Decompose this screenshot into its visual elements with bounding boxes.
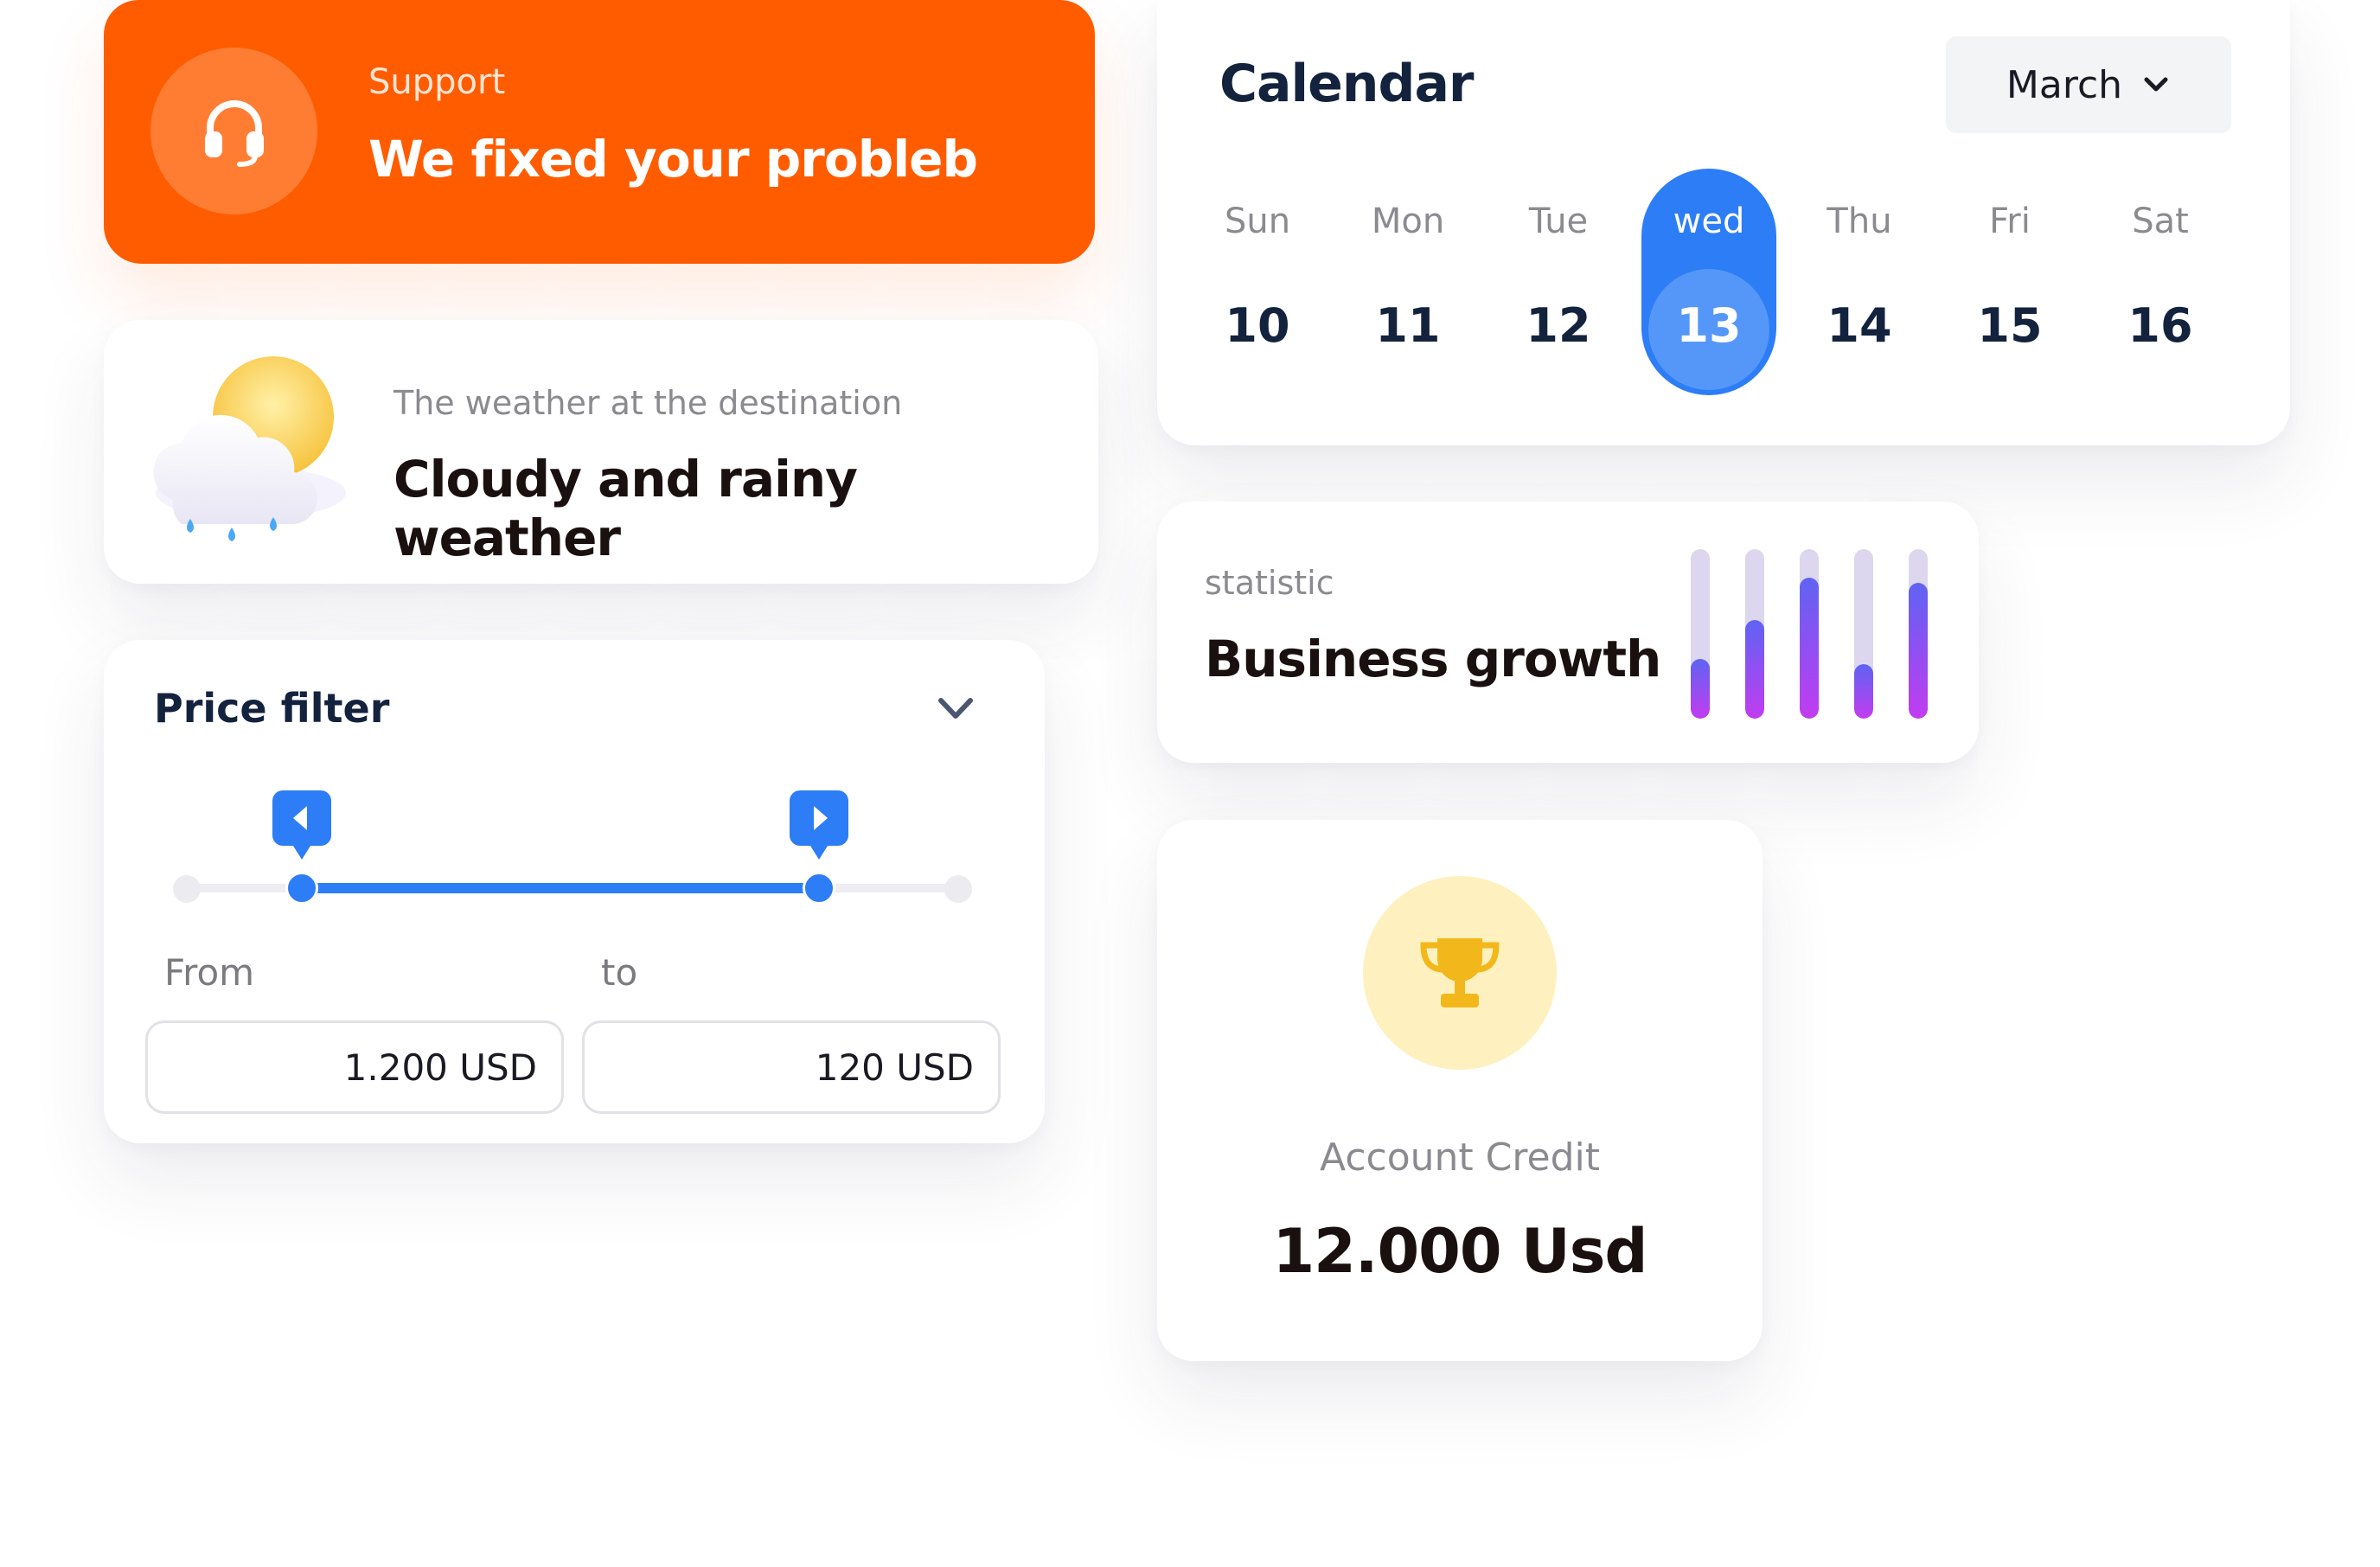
support-label: Support bbox=[368, 62, 506, 102]
growth-bar-fill bbox=[1909, 583, 1928, 719]
growth-bar-fill bbox=[1691, 659, 1710, 719]
account-credit-card: Account Credit 12.000 Usd bbox=[1157, 820, 1763, 1361]
month-select[interactable]: March bbox=[1946, 36, 2231, 133]
range-min-handle[interactable] bbox=[285, 872, 318, 905]
support-message: We fixed your probleb bbox=[368, 130, 978, 189]
price-from-input[interactable]: 1.200 USD bbox=[145, 1020, 564, 1114]
weather-card: The weather at the destination Cloudy an… bbox=[104, 320, 1098, 584]
support-card[interactable]: Support We fixed your probleb bbox=[104, 0, 1095, 264]
growth-bar bbox=[1800, 549, 1819, 719]
growth-bar-fill bbox=[1745, 620, 1764, 719]
day-number: 13 bbox=[1676, 298, 1742, 353]
calendar-day[interactable]: Fri 15 bbox=[1942, 169, 2077, 395]
day-name: Sun bbox=[1224, 201, 1291, 241]
calendar-card: Calendar March Sun 10 Mon 11 Tue 12 wed 13 Thu 14… bbox=[1157, 0, 2290, 445]
range-max-handle[interactable] bbox=[803, 872, 835, 905]
calendar-day[interactable]: wed 13 bbox=[1641, 169, 1776, 395]
statistic-title: Business growth bbox=[1205, 630, 1661, 688]
weather-label: The weather at the destination bbox=[393, 384, 903, 422]
statistic-card: statistic Business growth bbox=[1157, 502, 1979, 763]
headset-icon bbox=[204, 99, 264, 167]
day-name: Sat bbox=[2132, 201, 2189, 241]
calendar-day[interactable]: Sun 10 bbox=[1190, 169, 1325, 395]
to-label: to bbox=[601, 951, 638, 994]
range-track-end bbox=[944, 875, 972, 903]
calendar-day[interactable]: Tue 12 bbox=[1491, 169, 1626, 395]
growth-bar bbox=[1909, 549, 1928, 719]
day-name: Fri bbox=[1989, 201, 2031, 241]
price-filter-card: Price filter From to 1.200 USD 120 USD bbox=[104, 640, 1045, 1143]
day-number: 15 bbox=[1977, 298, 2043, 353]
day-name: Thu bbox=[1827, 201, 1892, 241]
range-max-pin-icon[interactable] bbox=[788, 787, 850, 863]
growth-bar bbox=[1854, 549, 1873, 719]
growth-bar bbox=[1691, 549, 1710, 719]
range-track-start bbox=[173, 875, 201, 903]
credit-amount: 12.000 Usd bbox=[1272, 1216, 1647, 1287]
growth-bar-fill bbox=[1800, 578, 1819, 719]
credit-label: Account Credit bbox=[1320, 1135, 1600, 1180]
day-number: 10 bbox=[1225, 298, 1290, 353]
day-name: wed bbox=[1673, 201, 1745, 241]
day-name: Tue bbox=[1528, 201, 1589, 241]
growth-bar bbox=[1745, 549, 1764, 719]
chevron-down-icon bbox=[2144, 77, 2168, 92]
price-to-input[interactable]: 120 USD bbox=[582, 1020, 1001, 1114]
calendar-day[interactable]: Mon 11 bbox=[1340, 169, 1475, 395]
from-label: From bbox=[164, 951, 255, 994]
support-icon-circle bbox=[150, 48, 317, 214]
weather-condition: Cloudy and rainy weather bbox=[393, 450, 858, 567]
calendar-title: Calendar bbox=[1219, 54, 1475, 114]
day-number: 16 bbox=[2127, 298, 2193, 353]
calendar-day[interactable]: Thu 14 bbox=[1792, 169, 1927, 395]
trophy-circle bbox=[1363, 876, 1557, 1070]
calendar-day[interactable]: Sat 16 bbox=[2093, 169, 2228, 395]
month-select-value: March bbox=[2006, 62, 2123, 107]
day-number: 11 bbox=[1375, 298, 1441, 353]
growth-bar-fill bbox=[1854, 664, 1873, 719]
cloud-rain-sun-icon bbox=[153, 356, 346, 541]
price-filter-title: Price filter bbox=[154, 685, 390, 732]
statistic-label: statistic bbox=[1205, 564, 1334, 602]
day-number: 14 bbox=[1827, 298, 1892, 353]
chevron-down-icon[interactable] bbox=[934, 692, 977, 726]
trophy-icon bbox=[1420, 938, 1500, 1007]
day-name: Mon bbox=[1371, 201, 1445, 241]
range-min-pin-icon[interactable] bbox=[271, 787, 333, 863]
range-selected bbox=[301, 883, 818, 893]
day-number: 12 bbox=[1526, 298, 1591, 353]
